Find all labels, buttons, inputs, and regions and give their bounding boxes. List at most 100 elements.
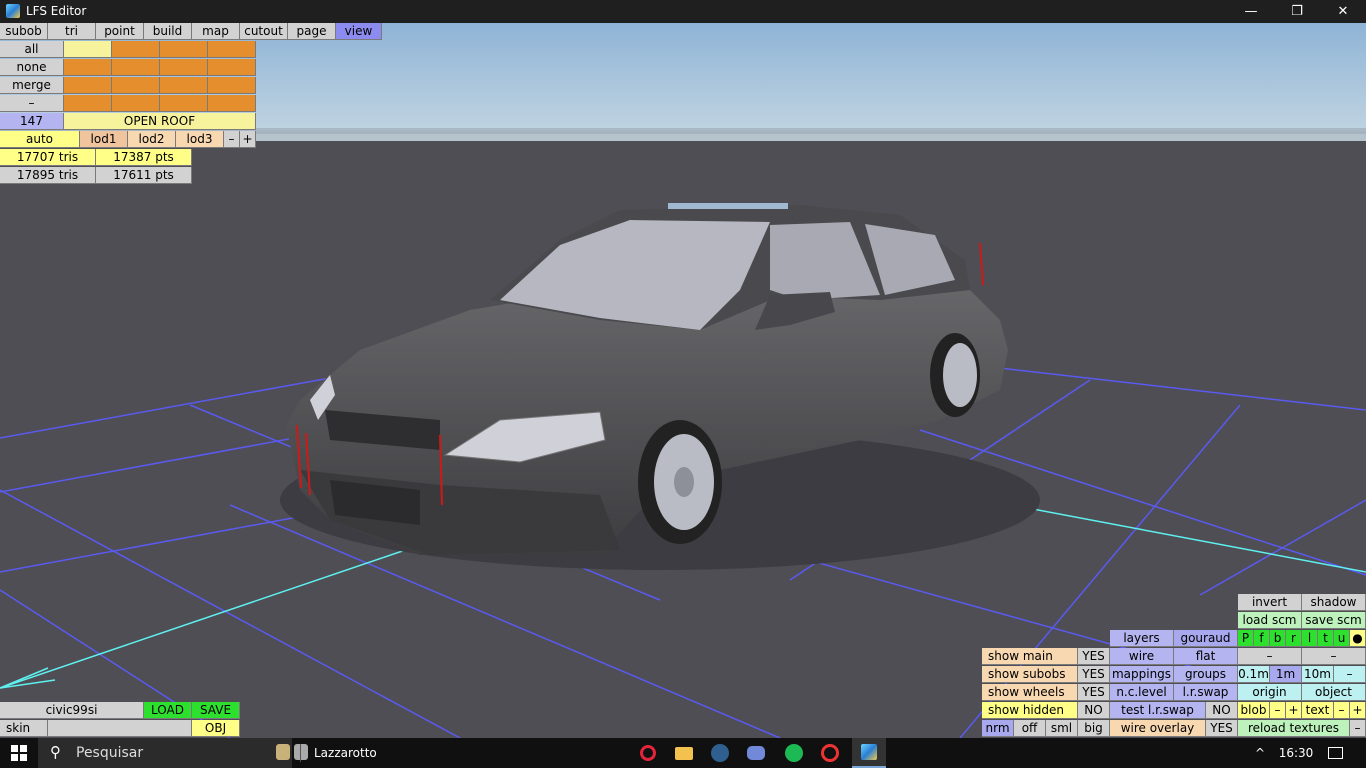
wire-overlay-value[interactable]: YES xyxy=(1206,720,1238,737)
taskbar-search-box[interactable]: ⚲ Pesquisar xyxy=(38,738,308,768)
subob-slot[interactable] xyxy=(112,59,160,76)
subob-slot[interactable] xyxy=(64,77,112,94)
menu-map[interactable]: map xyxy=(192,23,240,40)
lod2-button[interactable]: lod2 xyxy=(128,131,176,148)
subob-slot[interactable] xyxy=(64,59,112,76)
subob-slot[interactable] xyxy=(112,77,160,94)
view-r-button[interactable]: r xyxy=(1286,630,1302,647)
skin-field[interactable] xyxy=(48,720,192,737)
grid-1m-button[interactable]: 1m xyxy=(1270,666,1302,683)
subob-slot[interactable] xyxy=(208,59,256,76)
tray-expand-icon[interactable]: ^ xyxy=(1250,738,1270,768)
wire-button[interactable]: wire xyxy=(1110,648,1174,665)
subob-count[interactable]: 147 xyxy=(0,113,64,130)
subob-slot[interactable] xyxy=(112,41,160,58)
nrm-button[interactable]: nrm xyxy=(982,720,1014,737)
none-button[interactable]: none xyxy=(0,59,64,76)
big-button[interactable]: big xyxy=(1078,720,1110,737)
all-button[interactable]: all xyxy=(0,41,64,58)
obj-button[interactable]: OBJ xyxy=(192,720,240,737)
close-button[interactable]: ✕ xyxy=(1320,0,1366,23)
windows-start-icon[interactable] xyxy=(0,738,38,768)
show-main-button[interactable]: show main xyxy=(982,648,1078,665)
subob-slot[interactable] xyxy=(208,77,256,94)
test-lr-swap-value[interactable]: NO xyxy=(1206,702,1238,719)
menu-build[interactable]: build xyxy=(144,23,192,40)
save-button[interactable]: SAVE xyxy=(192,702,240,719)
opera-icon[interactable] xyxy=(636,738,660,768)
lfs-editor-icon[interactable] xyxy=(852,738,886,768)
subob-slot[interactable] xyxy=(160,59,208,76)
show-wheels-button[interactable]: show wheels xyxy=(982,684,1078,701)
show-main-value[interactable]: YES xyxy=(1078,648,1110,665)
lod1-button[interactable]: lod1 xyxy=(80,131,128,148)
grid-10m-button[interactable]: 10m xyxy=(1302,666,1334,683)
subob-slot[interactable] xyxy=(208,41,256,58)
subob-slot[interactable] xyxy=(160,95,208,112)
lod-minus-button[interactable]: – xyxy=(224,131,240,148)
gouraud-button[interactable]: gouraud xyxy=(1174,630,1238,647)
subob-slot[interactable] xyxy=(112,95,160,112)
spotify-icon[interactable] xyxy=(782,738,806,768)
grid-minus-button[interactable]: – xyxy=(1334,666,1366,683)
file-explorer-icon[interactable] xyxy=(672,738,696,768)
show-wheels-value[interactable]: YES xyxy=(1078,684,1110,701)
app-icon[interactable] xyxy=(818,738,842,768)
show-hidden-value[interactable]: NO xyxy=(1078,702,1110,719)
minimize-button[interactable]: — xyxy=(1228,0,1274,23)
sml-button[interactable]: sml xyxy=(1046,720,1078,737)
reload-dash-button[interactable]: – xyxy=(1350,720,1366,737)
view-l-button[interactable]: l xyxy=(1302,630,1318,647)
reload-textures-button[interactable]: reload textures xyxy=(1238,720,1350,737)
dash-button[interactable]: – xyxy=(0,95,64,112)
dash-button-1[interactable]: – xyxy=(1238,648,1302,665)
lod-plus-button[interactable]: + xyxy=(240,131,256,148)
discord-icon[interactable] xyxy=(744,738,768,768)
clock[interactable]: 16:30 xyxy=(1276,738,1316,768)
dash-button-2[interactable]: – xyxy=(1302,648,1366,665)
subob-slot[interactable] xyxy=(160,41,208,58)
off-button[interactable]: off xyxy=(1014,720,1046,737)
groups-button[interactable]: groups xyxy=(1174,666,1238,683)
lod3-button[interactable]: lod3 xyxy=(176,131,224,148)
blob-plus-button[interactable]: + xyxy=(1286,702,1302,719)
menu-cutout[interactable]: cutout xyxy=(240,23,288,40)
load-scm-button[interactable]: load scm xyxy=(1238,612,1302,629)
blob-button[interactable]: blob xyxy=(1238,702,1270,719)
subob-slot[interactable] xyxy=(208,95,256,112)
lr-swap-button[interactable]: l.r.swap xyxy=(1174,684,1238,701)
subob-slot[interactable] xyxy=(64,41,112,58)
model-name-field[interactable]: civic99si xyxy=(0,702,144,719)
show-hidden-button[interactable]: show hidden xyxy=(982,702,1078,719)
text-plus-button[interactable]: + xyxy=(1350,702,1366,719)
text-minus-button[interactable]: – xyxy=(1334,702,1350,719)
lod-auto-button[interactable]: auto xyxy=(0,131,80,148)
menu-subob[interactable]: subob xyxy=(0,23,48,40)
view-t-button[interactable]: t xyxy=(1318,630,1334,647)
flat-button[interactable]: flat xyxy=(1174,648,1238,665)
grid-0.1m-button[interactable]: 0.1m xyxy=(1238,666,1270,683)
origin-button[interactable]: origin xyxy=(1238,684,1302,701)
menu-view[interactable]: view xyxy=(336,23,382,40)
load-button[interactable]: LOAD xyxy=(144,702,192,719)
view-u-button[interactable]: u xyxy=(1334,630,1350,647)
steam-icon[interactable] xyxy=(708,738,732,768)
text-button[interactable]: text xyxy=(1302,702,1334,719)
restore-button[interactable]: ❐ xyxy=(1274,0,1320,23)
mappings-button[interactable]: mappings xyxy=(1110,666,1174,683)
merge-button[interactable]: merge xyxy=(0,77,64,94)
layers-button[interactable]: layers xyxy=(1110,630,1174,647)
invert-button[interactable]: invert xyxy=(1238,594,1302,611)
save-scm-button[interactable]: save scm xyxy=(1302,612,1366,629)
nc-level-button[interactable]: n.c.level xyxy=(1110,684,1174,701)
active-window-label[interactable]: Lazzarotto xyxy=(314,738,394,768)
blob-minus-button[interactable]: – xyxy=(1270,702,1286,719)
object-button[interactable]: object xyxy=(1302,684,1366,701)
notifications-icon[interactable] xyxy=(1320,738,1350,768)
show-subobs-button[interactable]: show subobs xyxy=(982,666,1078,683)
view-b-button[interactable]: b xyxy=(1270,630,1286,647)
shadow-button[interactable]: shadow xyxy=(1302,594,1366,611)
test-lr-swap-button[interactable]: test l.r.swap xyxy=(1110,702,1206,719)
view-p-button[interactable]: P xyxy=(1238,630,1254,647)
wire-overlay-button[interactable]: wire overlay xyxy=(1110,720,1206,737)
